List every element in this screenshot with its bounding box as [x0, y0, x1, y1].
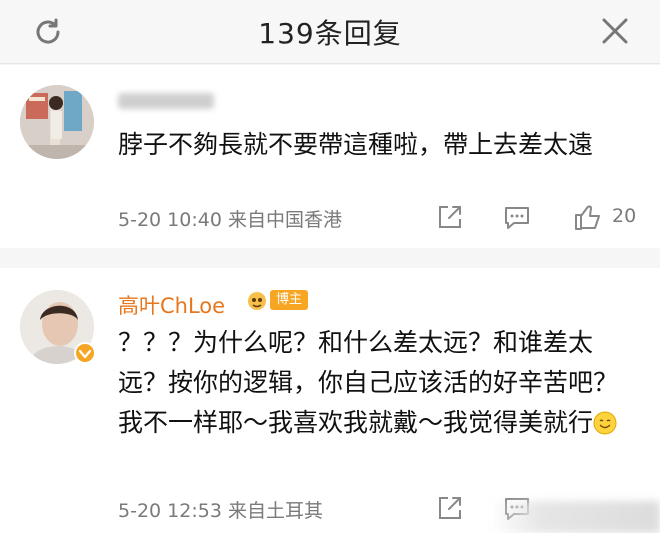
reply-icon[interactable]: [503, 203, 531, 231]
watermark-blur: [490, 501, 660, 533]
crown-icon: [248, 292, 266, 310]
top-bar: 139条回复: [0, 0, 660, 64]
comment-item: 脖子不夠長就不要帶這種啦，帶上去差太遠 5-20 10:40 来自中国香港 20: [0, 65, 660, 248]
comment-item: 高叶ChLoe 博主 ？？？为什么呢？和什么差太远？和谁差太远？按你的逻辑，你自…: [0, 268, 660, 533]
username-blurred: [118, 93, 214, 109]
close-icon[interactable]: [598, 14, 632, 48]
comment-meta: 5-20 10:40 来自中国香港: [118, 209, 342, 231]
share-icon[interactable]: [436, 203, 464, 231]
username[interactable]: 高叶ChLoe: [118, 290, 225, 320]
like-icon[interactable]: [573, 203, 603, 231]
verified-icon: [74, 342, 96, 364]
page-title: 139条回复: [258, 17, 402, 50]
comment-meta: 5-20 12:53 来自土耳其: [118, 500, 323, 522]
comment-text: 脖子不夠長就不要帶這種啦，帶上去差太遠: [118, 130, 594, 159]
like-count: 20: [612, 205, 637, 227]
comment-text: ？？？为什么呢？和什么差太远？和谁差太远？按你的逻辑，你自己应该活的好辛苦吧？我…: [118, 328, 619, 437]
avatar[interactable]: [20, 85, 94, 159]
badge-label: 博主: [270, 290, 309, 310]
blogger-badge: 博主: [246, 288, 309, 312]
share-icon[interactable]: [436, 494, 464, 522]
smile-emoji-icon: [593, 411, 617, 435]
